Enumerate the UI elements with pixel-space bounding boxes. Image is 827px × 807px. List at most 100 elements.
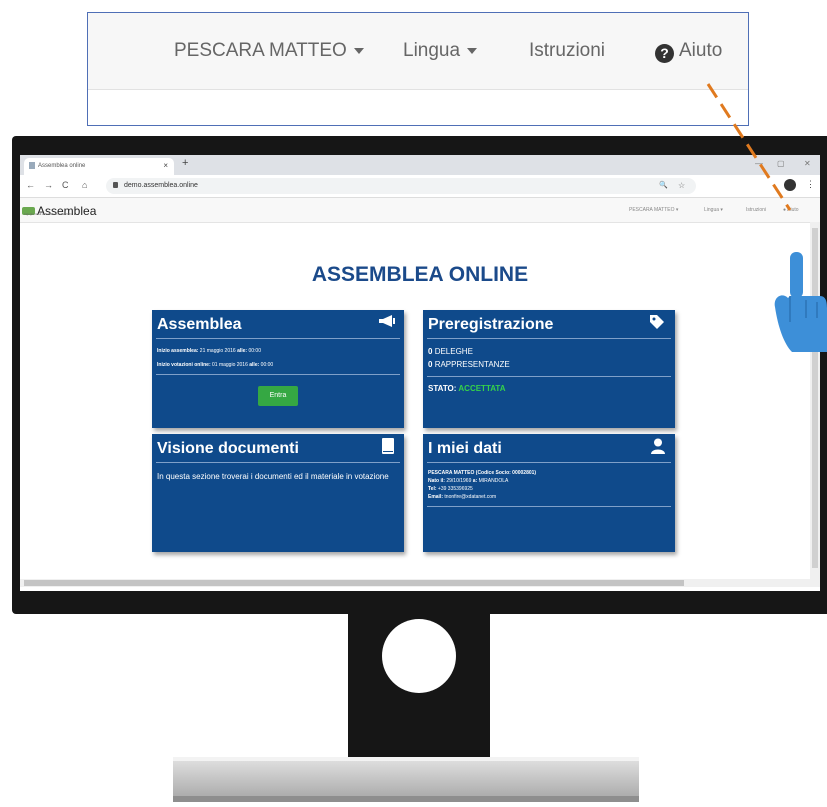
start-date: 21 maggio 2016 xyxy=(199,348,236,354)
my-data-card: I miei dati PESCARA MATTEO (Codice Socio… xyxy=(423,434,675,552)
zoom-help-label: Aiuto xyxy=(679,40,723,61)
horizontal-scrollbar[interactable] xyxy=(20,579,820,587)
stand-base-highlight xyxy=(173,757,639,761)
browser-toolbar: ← → C ⌂ demo.assemblea.online 🔍 ☆ xyxy=(20,175,820,198)
help-link[interactable]: ● Aiuto xyxy=(783,207,799,213)
zoom-language-menu[interactable]: Lingua xyxy=(403,40,478,62)
email-label: Email: xyxy=(428,494,444,500)
close-tab-icon[interactable]: × xyxy=(163,161,168,170)
brand-tagline: Ingegneria di soluzioni ICT dal 2001 xyxy=(24,212,72,216)
zoom-user-label: PESCARA MATTEO xyxy=(174,40,347,61)
stand-cable-hole xyxy=(382,619,456,693)
stand-base-edge xyxy=(173,796,639,802)
instructions-link[interactable]: Istruzioni xyxy=(746,207,766,213)
back-icon[interactable]: ← xyxy=(26,180,35,190)
vote-time-label: alle: xyxy=(249,362,260,368)
help-label: Aiuto xyxy=(787,207,799,213)
divider xyxy=(427,506,671,507)
birth-line: Nato il: 29/10/1969 a: MIRANDOLA xyxy=(428,478,508,484)
monitor-screen: Assemblea online × + — ▢ ✕ ← → C ⌂ demo.… xyxy=(20,155,820,591)
url-text: demo.assemblea.online xyxy=(124,182,198,189)
divider xyxy=(427,376,671,377)
email-line: Email: tnonfire@xdatanet.com xyxy=(428,494,496,500)
divider xyxy=(156,338,400,339)
status-badge: ACCETTATA xyxy=(458,384,506,393)
member-name: PESCARA MATTEO xyxy=(428,470,475,476)
minimize-icon[interactable]: — xyxy=(755,159,763,168)
tel-line: Tel: +39 335396925 xyxy=(428,486,473,492)
zoom-icon[interactable]: 🔍 xyxy=(659,181,668,189)
tel-value: +39 335396925 xyxy=(437,486,473,492)
new-tab-button[interactable]: + xyxy=(182,157,188,169)
deleghe-line: 0 DELEGHE xyxy=(428,347,473,356)
language-menu-label: Lingua xyxy=(704,207,720,213)
member-code: (Codice Socio: 00002801) xyxy=(475,470,537,476)
reload-icon[interactable]: C xyxy=(62,180,69,190)
divider xyxy=(156,374,400,375)
zoom-help-link[interactable]: ? Aiuto xyxy=(655,40,722,63)
page-title: ASSEMBLEA ONLINE xyxy=(311,263,529,286)
card-title: I miei dati xyxy=(428,440,502,457)
rappresentanze-count: 0 xyxy=(428,360,433,369)
card-title: Visione documenti xyxy=(157,440,299,457)
address-bar[interactable]: demo.assemblea.online 🔍 ☆ xyxy=(106,178,696,194)
start-label: Inizio assemblea: xyxy=(157,348,199,354)
chevron-down-icon xyxy=(353,47,364,54)
status-line: STATO: ACCETTATA xyxy=(428,384,506,393)
zoom-user-menu[interactable]: PESCARA MATTEO xyxy=(174,40,364,62)
vote-label: Inizio votazioni online: xyxy=(157,362,211,368)
card-title: Preregistrazione xyxy=(428,316,554,333)
site-navbar: Assemblea Ingegneria di soluzioni ICT da… xyxy=(20,198,820,223)
maximize-icon[interactable]: ▢ xyxy=(777,159,785,168)
zoom-navbar: PESCARA MATTEO Lingua Istruzioni ? Aiuto xyxy=(88,13,748,90)
browser-menu-icon[interactable]: ⋮ xyxy=(806,179,815,190)
zoom-instructions-link[interactable]: Istruzioni xyxy=(529,40,605,62)
brand-logo[interactable]: Assemblea xyxy=(22,202,96,220)
language-menu[interactable]: Lingua ▾ xyxy=(704,207,723,213)
start-time-label: alle: xyxy=(237,348,248,354)
zoom-callout: PESCARA MATTEO Lingua Istruzioni ? Aiuto xyxy=(87,12,749,126)
user-menu[interactable]: PESCARA MATTEO ▾ xyxy=(629,207,678,213)
birth-date: 29/10/1969 xyxy=(446,478,472,484)
member-name-line: PESCARA MATTEO (Codice Socio: 00002801) xyxy=(428,470,536,476)
assemblea-card: Assemblea Inizio assemblea: 21 maggio 20… xyxy=(152,310,404,428)
close-window-icon[interactable]: ✕ xyxy=(804,159,811,168)
browser-tab-strip: Assemblea online × + — ▢ ✕ xyxy=(20,155,820,175)
divider xyxy=(156,462,400,463)
enter-button[interactable]: Entra xyxy=(258,386,298,406)
zoom-language-label: Lingua xyxy=(403,40,461,61)
profile-avatar[interactable] xyxy=(784,179,796,191)
home-icon[interactable]: ⌂ xyxy=(82,180,87,190)
bookmark-star-icon[interactable]: ☆ xyxy=(678,181,685,190)
scrollbar-thumb[interactable] xyxy=(24,580,684,586)
browser-tab[interactable]: Assemblea online × xyxy=(24,158,174,175)
favicon-icon xyxy=(29,162,35,169)
user-menu-label: PESCARA MATTEO xyxy=(629,207,675,213)
documents-description: In questa sezione troverai i documenti e… xyxy=(157,472,389,481)
chevron-down-icon xyxy=(467,47,478,54)
help-icon: ? xyxy=(655,44,674,63)
rappresentanze-label: RAPPRESENTANZE xyxy=(434,360,510,369)
user-icon xyxy=(651,438,665,457)
deleghe-label: DELEGHE xyxy=(434,347,473,356)
assembly-start: Inizio assemblea: 21 maggio 2016 alle: 0… xyxy=(157,348,261,354)
rappresentanze-line: 0 RAPPRESENTANZE xyxy=(428,360,510,369)
birth-place: MIRANDOLA xyxy=(478,478,509,484)
monitor-stand-base xyxy=(173,757,639,799)
birth-label: Nato il: xyxy=(428,478,445,484)
help-icon: ● xyxy=(783,207,787,213)
documents-card[interactable]: Visione documenti In questa sezione trov… xyxy=(152,434,404,552)
forward-icon[interactable]: → xyxy=(44,180,53,190)
start-time: 00:00 xyxy=(248,348,261,354)
birth-place-label: a: xyxy=(472,478,478,484)
email-value: tnonfire@xdatanet.com xyxy=(444,494,497,500)
status-label: STATO: xyxy=(428,384,457,393)
divider xyxy=(427,338,671,339)
tab-title: Assemblea online xyxy=(38,163,86,169)
vote-date: 01 maggio 2016 xyxy=(212,362,248,368)
card-title: Assemblea xyxy=(157,316,242,333)
megaphone-icon xyxy=(378,314,396,331)
voting-start: Inizio votazioni online: 01 maggio 2016 … xyxy=(157,362,273,368)
tel-label: Tel: xyxy=(428,486,437,492)
pointing-hand-icon xyxy=(774,252,827,352)
